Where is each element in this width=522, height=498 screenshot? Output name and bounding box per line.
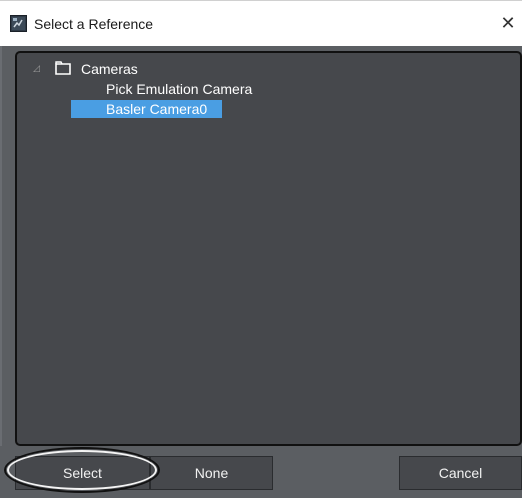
tree-node-pick-emulation-camera[interactable]: Pick Emulation Camera (106, 80, 252, 98)
tree-node-label: Basler Camera0 (106, 101, 208, 117)
none-button[interactable]: None (150, 456, 273, 490)
tree-node-cameras[interactable]: Cameras (81, 60, 138, 78)
select-reference-dialog: Select a Reference ✕ ◿ Cameras Pick Emul… (0, 0, 522, 498)
collapse-arrow-icon[interactable]: ◿ (33, 63, 43, 73)
select-button[interactable]: Select (15, 456, 150, 490)
tree-node-label: Cameras (81, 61, 138, 77)
title-bar: Select a Reference ✕ (0, 0, 522, 46)
app-icon (10, 15, 27, 32)
dialog-edge (0, 46, 2, 498)
dialog-title: Select a Reference (34, 16, 154, 32)
close-icon[interactable]: ✕ (496, 11, 520, 35)
reference-tree[interactable]: ◿ Cameras Pick Emulation Camera Basler C… (15, 51, 522, 446)
tree-node-label: Pick Emulation Camera (106, 81, 253, 97)
tree-node-basler-camera0[interactable]: Basler Camera0 (71, 100, 222, 118)
cancel-button[interactable]: Cancel (399, 456, 522, 490)
folder-icon (55, 61, 71, 75)
